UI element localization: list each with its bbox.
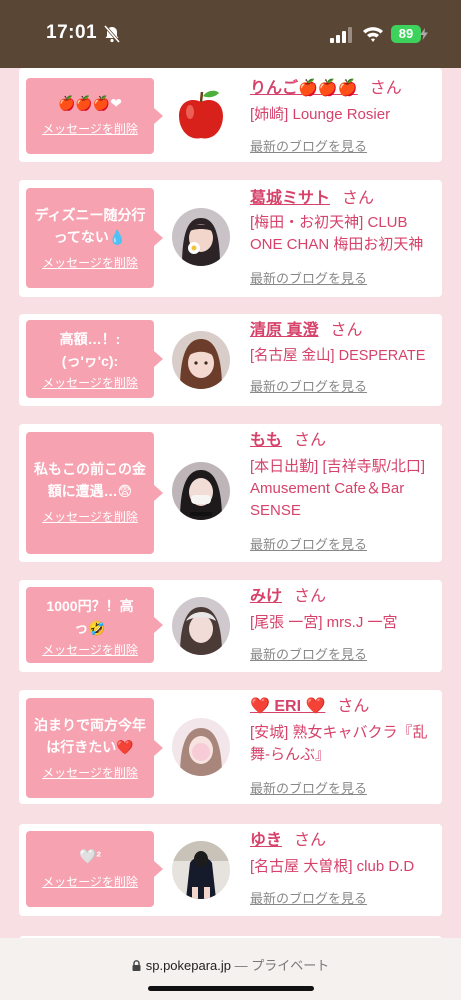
- honorific: さん: [294, 832, 327, 849]
- latest-blog-link[interactable]: 最新のブログを見る: [250, 376, 367, 395]
- shop-info: [名古屋 大曽根] club D.D: [250, 858, 415, 875]
- message-text: 🤍²: [78, 848, 102, 864]
- message-text: 1000円？！高っ🤣: [46, 598, 134, 636]
- profile-photo: [172, 718, 230, 776]
- message-text: ディズニー随分行ってない💧: [34, 207, 146, 245]
- message-card: 私もこの前この金額に遭遇…😨 メッセージを削除 もも さん [本日出勤] [吉祥寺…: [19, 424, 442, 562]
- message-card: 1000円？！高っ🤣 メッセージを削除 みけ さん [尾張 一宮] mrs.J 一…: [19, 580, 442, 672]
- sender-name-link[interactable]: 清原 真澄: [250, 322, 318, 339]
- honorific: さん: [369, 80, 402, 97]
- delete-message-link[interactable]: メッセージを削除: [42, 764, 138, 781]
- honorific: さん: [330, 322, 363, 339]
- shop-info: [安城] 熟女キャバクラ『乱舞-らんぶ』: [250, 724, 428, 763]
- message-bubble: 泊まりで両方今年は行きたい❤️ メッセージを削除: [26, 698, 163, 798]
- delete-message-link[interactable]: メッセージを削除: [42, 120, 138, 137]
- profile-photo: [172, 331, 230, 389]
- domain-text: sp.pokepara.jp: [145, 958, 232, 973]
- message-card: 🤍² メッセージを削除 ゆき さん [名古屋 大曽根] club D.D 最新のブ…: [19, 824, 442, 916]
- message-card: 高額…！:(っ'ヮ'c): メッセージを削除 清原 真澄 さん [名古屋 金山] …: [19, 314, 442, 406]
- sender-line: みけ さん: [250, 586, 326, 608]
- avatar[interactable]: [172, 208, 230, 266]
- delete-message-link[interactable]: メッセージを削除: [42, 254, 138, 271]
- url-display[interactable]: sp.pokepara.jp — プライベート: [0, 955, 461, 974]
- honorific: さん: [294, 588, 327, 605]
- latest-blog-link[interactable]: 最新のブログを見る: [250, 534, 367, 553]
- honorific: さん: [337, 698, 370, 715]
- sender-name-link[interactable]: ❤️ ERI ❤️: [250, 698, 325, 715]
- shop-info: [本日出勤] [吉祥寺駅/北口] Amusement Cafe＆Bar SENS…: [250, 458, 426, 519]
- message-bubble: 私もこの前この金額に遭遇…😨 メッセージを削除: [26, 432, 163, 554]
- message-bubble: 🤍² メッセージを削除: [26, 831, 163, 907]
- delete-message-link[interactable]: メッセージを削除: [42, 374, 138, 391]
- honorific: さん: [342, 190, 375, 207]
- profile-photo: [172, 462, 230, 520]
- status-bar: 17:01 89: [0, 0, 461, 68]
- profile-photo: [172, 597, 230, 655]
- lock-icon: [132, 960, 141, 971]
- latest-blog-link[interactable]: 最新のブログを見る: [250, 644, 367, 663]
- sender-line: ❤️ ERI ❤️ さん: [250, 696, 369, 718]
- shop-info: [名古屋 金山] DESPERATE: [250, 348, 426, 364]
- delete-message-link[interactable]: メッセージを削除: [42, 508, 138, 525]
- battery-level: 89: [391, 25, 421, 43]
- avatar[interactable]: [172, 86, 230, 144]
- sender-line: もも さん: [250, 430, 326, 452]
- message-card: 泊まりで両方今年は行きたい❤️ メッセージを削除 ❤️ ERI ❤️ さん [安城…: [19, 690, 442, 804]
- message-text: 私もこの前この金額に遭遇…😨: [34, 461, 146, 499]
- profile-photo: [172, 208, 230, 266]
- sender-name-link[interactable]: ゆき: [250, 832, 282, 849]
- avatar[interactable]: [172, 718, 230, 776]
- sender-line: ゆき さん: [250, 830, 326, 852]
- message-bubble: ディズニー随分行ってない💧 メッセージを削除: [26, 188, 163, 288]
- delete-message-link[interactable]: メッセージを削除: [42, 873, 138, 890]
- shop-info: [梅田・お初天神] CLUB ONE CHAN 梅田お初天神: [250, 214, 424, 253]
- message-text: 🍎🍎🍎❤: [57, 95, 123, 111]
- cellular-signal-icon: [330, 27, 352, 43]
- message-card: ディズニー随分行ってない💧 メッセージを削除 葛城ミサト さん [梅田・お初天神]…: [19, 180, 442, 297]
- bell-off-icon: [103, 25, 121, 43]
- sender-line: りんご🍎🍎🍎 さん: [250, 78, 402, 100]
- honorific: さん: [294, 432, 327, 449]
- latest-blog-link[interactable]: 最新のブログを見る: [250, 136, 367, 155]
- message-bubble: 🍎🍎🍎❤ メッセージを削除: [26, 78, 163, 154]
- shop-info: [尾張 一宮] mrs.J 一宮: [250, 614, 398, 631]
- wifi-icon: [363, 27, 383, 42]
- browser-address-bar[interactable]: sp.pokepara.jp — プライベート: [0, 938, 461, 1000]
- sender-name-link[interactable]: 葛城ミサト: [250, 190, 330, 207]
- avatar[interactable]: [172, 331, 230, 389]
- message-text: 泊まりで両方今年は行きたい❤️: [34, 717, 146, 755]
- apple-icon: [172, 86, 230, 144]
- charging-bolt-icon: [420, 28, 428, 40]
- sender-line: 葛城ミサト さん: [250, 188, 374, 210]
- status-time: 17:01: [46, 22, 98, 43]
- latest-blog-link[interactable]: 最新のブログを見る: [250, 778, 367, 797]
- latest-blog-link[interactable]: 最新のブログを見る: [250, 888, 367, 907]
- avatar[interactable]: [172, 841, 230, 899]
- avatar[interactable]: [172, 462, 230, 520]
- sender-name-link[interactable]: もも: [250, 432, 282, 449]
- message-feed[interactable]: 🍎🍎🍎❤ メッセージを削除 りんご🍎🍎🍎 さん [姉崎] Lounge Rosie…: [0, 68, 461, 938]
- profile-photo: [172, 841, 230, 899]
- latest-blog-link[interactable]: 最新のブログを見る: [250, 268, 367, 287]
- message-text: 高額…！:(っ'ヮ'c):: [59, 331, 121, 369]
- home-indicator[interactable]: [148, 986, 314, 991]
- shop-info: [姉崎] Lounge Rosier: [250, 106, 391, 123]
- message-bubble: 高額…！:(っ'ヮ'c): メッセージを削除: [26, 320, 163, 398]
- privacy-label: — プライベート: [234, 958, 330, 973]
- delete-message-link[interactable]: メッセージを削除: [42, 641, 138, 658]
- message-card: 🍎🍎🍎❤ メッセージを削除 りんご🍎🍎🍎 さん [姉崎] Lounge Rosie…: [19, 68, 442, 162]
- sender-line: 清原 真澄 さん: [250, 320, 362, 342]
- avatar[interactable]: [172, 597, 230, 655]
- sender-name-link[interactable]: みけ: [250, 588, 282, 605]
- message-bubble: 1000円？！高っ🤣 メッセージを削除: [26, 587, 163, 663]
- sender-name-link[interactable]: りんご🍎🍎🍎: [250, 80, 358, 97]
